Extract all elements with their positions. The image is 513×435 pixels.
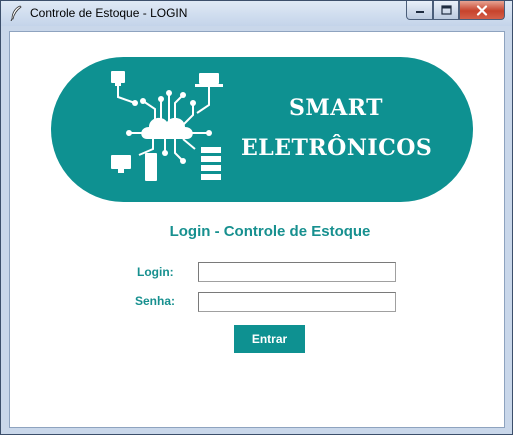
password-label: Senha: — [135, 294, 176, 308]
minimize-icon — [415, 11, 424, 13]
window-title: Controle de Estoque - LOGIN — [30, 6, 188, 20]
circuit-cloud-devices-icon — [111, 71, 223, 181]
password-input[interactable] — [198, 292, 396, 312]
minimize-button[interactable] — [406, 1, 433, 20]
maximize-icon — [440, 5, 452, 15]
login-form-area: SMART ELETRÔNICOS Login - Controle de Es… — [9, 31, 505, 428]
close-button[interactable] — [459, 1, 505, 20]
close-icon — [476, 4, 488, 16]
login-input[interactable] — [198, 262, 396, 282]
login-label: Login: — [137, 265, 174, 279]
brand-banner: SMART ELETRÔNICOS — [51, 57, 473, 202]
feather-icon — [10, 5, 22, 21]
title-bar[interactable]: Controle de Estoque - LOGIN — [1, 1, 512, 26]
brand-name-line2: ELETRÔNICOS — [241, 135, 433, 161]
form-heading: Login - Controle de Estoque — [169, 223, 371, 240]
app-window: Controle de Estoque - LOGIN SMART ELETRÔ… — [0, 0, 513, 435]
brand-name-line1: SMART — [288, 95, 384, 121]
enter-button[interactable]: Entrar — [234, 325, 305, 353]
maximize-button[interactable] — [433, 1, 459, 20]
